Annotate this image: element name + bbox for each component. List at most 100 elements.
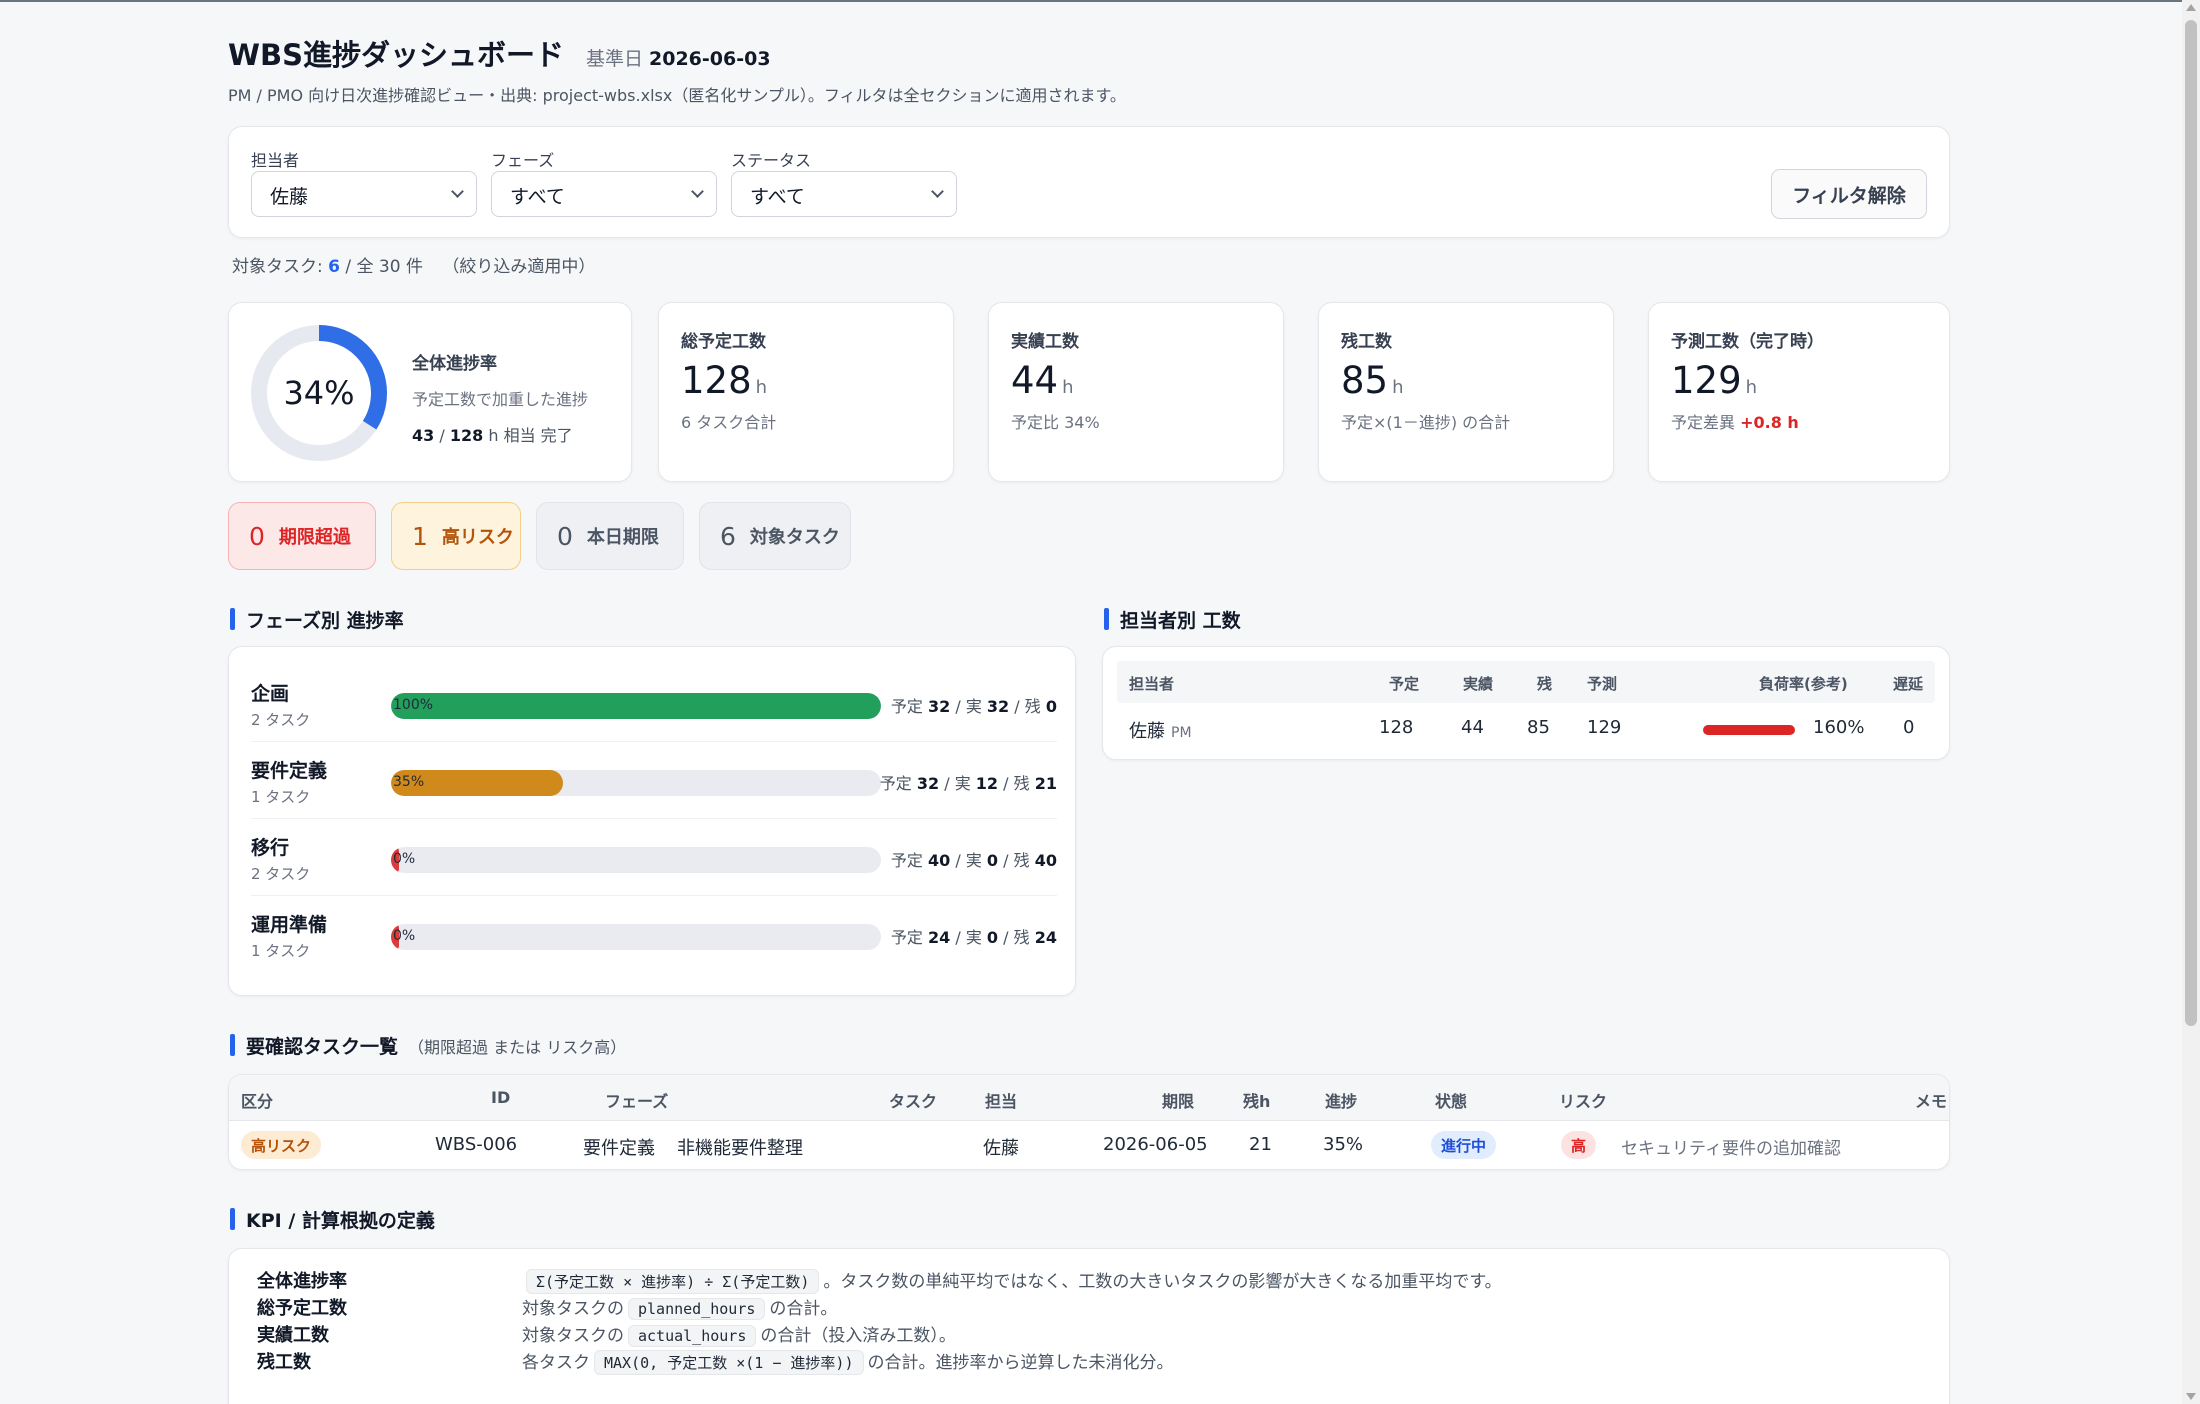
phase-actual: 12 [975, 774, 999, 793]
progress-footnote: 43 / 128 h 相当 完了 [412, 422, 588, 446]
overall-progress-card: 34% 全体進捗率 予定工数で加重した進捗 43 / 128 h 相当 完了 [228, 302, 632, 482]
task-owner: 佐藤 [983, 1138, 1019, 1159]
col-due: 期限 [1162, 1092, 1195, 1111]
phase-progress-card: 企画 2 タスク 100% 予定 32 / 実 32 / 残 0 要件定義 1 タスク 35… [228, 646, 1076, 996]
target-total: / 全 30 件 [345, 257, 423, 277]
status-badge: 進行中 [1431, 1131, 1497, 1159]
phase-progress-percent: 100% [393, 697, 434, 713]
badge-count: 6 [720, 521, 736, 551]
col-status: 状態 [1435, 1092, 1468, 1111]
owner-name: 佐藤 PM [1129, 717, 1192, 743]
owner-load-bar [1703, 725, 1795, 735]
badge-high-risk[interactable]: 1 高リスク [391, 502, 521, 570]
task-phase: 要件定義 [583, 1138, 655, 1159]
phase-name: 企画 [251, 683, 290, 705]
stat-label: 予定 [879, 774, 912, 793]
stat-label: 実 [965, 851, 982, 870]
kpi-label: 実績工数 [1011, 332, 1079, 352]
page-title: WBS進捗ダッシュボード [228, 38, 564, 72]
col-actual: 実績 [1463, 675, 1494, 693]
col-owner: 担当者 [1129, 675, 1175, 693]
definition-post: の合計。 [769, 1299, 838, 1319]
badge-due-today[interactable]: 0 本日期限 [536, 502, 684, 570]
phase-select[interactable]: すべて [491, 171, 717, 217]
phase-select-value: すべて [510, 186, 565, 208]
definition-post: の合計。進捗率から逆算した未消化分。 [867, 1353, 1174, 1373]
task-section-title-text: 要確認タスク一覧 [246, 1036, 399, 1058]
definition-description: 対象タスクの planned_hours の合計。 [522, 1294, 837, 1320]
page-subtitle: PM / PMO 向け日次進捗確認ビュー・出典: project-wbs.xls… [228, 86, 1126, 105]
phase-row: 要件定義 1 タスク 35% 予定 32 / 実 12 / 残 21 [251, 742, 1057, 819]
badge-label: 対象タスク [749, 527, 840, 548]
owner-remain: 85 [1527, 717, 1550, 738]
scroll-down-icon[interactable] [2186, 1393, 2196, 1400]
task-memo: セキュリティ要件の追加確認 [1621, 1139, 1841, 1159]
definition-formula: planned_hours [628, 1298, 766, 1320]
definition-description: Σ(予定工数 × 進捗率) ÷ Σ(予定工数) 。タスク数の単純平均ではなく、工数… [522, 1267, 1502, 1294]
kpi-number: 128 [681, 359, 752, 402]
phase-hours: 予定 32 / 実 12 / 残 21 [879, 774, 1057, 793]
definition-description: 対象タスクの actual_hours の合計（投入済み工数）。 [522, 1321, 956, 1347]
stat-label: 残 [1024, 697, 1041, 716]
top-border [0, 0, 2200, 2]
definition-pre: 各タスク [522, 1353, 590, 1373]
phase-task-count: 1 タスク [251, 788, 311, 806]
badge-overdue[interactable]: 0 期限超過 [228, 502, 376, 570]
phase-name: 移行 [251, 837, 290, 859]
kpi-card-planned: 総予定工数 128 h 6 タスク合計 [658, 302, 954, 482]
stat-label: 残 [1013, 774, 1030, 793]
badge-count: 0 [249, 521, 265, 551]
kpi-value: 44 h [1011, 359, 1074, 402]
col-remain: 残h [1243, 1092, 1271, 1111]
badge-target-tasks[interactable]: 6 対象タスク [699, 502, 851, 570]
task-section-title: 要確認タスク一覧 （期限超過 または リスク高） [230, 1032, 626, 1059]
reference-date-label: 基準日 [585, 48, 643, 70]
col-forecast: 予測 [1587, 675, 1618, 693]
badge-label: 期限超過 [278, 527, 351, 548]
col-remain: 残 [1537, 675, 1553, 693]
kpi-label: 残工数 [1341, 332, 1392, 352]
phase-plan: 24 [927, 928, 951, 947]
scroll-up-icon[interactable] [2186, 4, 2196, 11]
phase-hours: 予定 32 / 実 32 / 残 0 [890, 697, 1057, 716]
definition-term: 総予定工数 [257, 1298, 347, 1319]
kpi-note: 6 タスク合計 [681, 413, 777, 432]
definition-term: 全体進捗率 [257, 1271, 347, 1292]
task-section-subtitle: （期限超過 または リスク高） [408, 1038, 627, 1057]
kpi-unit: h [1392, 377, 1404, 398]
chevron-down-icon [451, 185, 464, 198]
stat-label: 実 [965, 928, 982, 947]
risk-badge: 高 [1561, 1131, 1597, 1159]
status-select[interactable]: すべて [731, 171, 957, 217]
owner-table-header: 担当者 予定 実績 残 予測 負荷率(参考) 遅延 [1117, 661, 1935, 703]
progress-percent: 34% [283, 374, 355, 412]
kpi-card-remaining: 残工数 85 h 予定×(1－進捗) の合計 [1318, 302, 1614, 482]
clear-filters-button[interactable]: フィルタ解除 [1771, 169, 1927, 219]
owner-plan: 128 [1379, 717, 1414, 738]
task-due: 2026-06-05 [1103, 1134, 1208, 1155]
definition-formula: MAX(0, 予定工数 ×(1 − 進捗率)) [594, 1350, 864, 1375]
badge-count: 0 [557, 521, 573, 551]
badge-label: 本日期限 [586, 527, 659, 548]
phase-hours: 予定 24 / 実 0 / 残 24 [890, 928, 1057, 947]
progress-sep: / [439, 426, 445, 445]
target-count-value: 6 [328, 257, 340, 277]
progress-done: 43 [412, 426, 435, 445]
owner-filter: 担当者 佐藤 [251, 147, 477, 217]
status-filter-label: ステータス [731, 151, 812, 170]
stat-label: 残 [1013, 928, 1030, 947]
phase-progress-percent: 0% [393, 851, 416, 867]
phase-hours: 予定 40 / 実 0 / 残 40 [890, 851, 1057, 870]
scrollbar-thumb[interactable] [2185, 20, 2197, 1026]
phase-remain: 21 [1034, 774, 1057, 793]
owner-filter-label: 担当者 [251, 151, 300, 170]
badge-label: 高リスク [441, 527, 514, 548]
vertical-scrollbar[interactable] [2182, 0, 2200, 1404]
phase-progress-percent: 35% [393, 774, 425, 790]
status-filter: ステータス すべて [731, 147, 957, 217]
progress-suffix: 相当 完了 [503, 426, 573, 445]
phase-section-title: フェーズ別 進捗率 [230, 606, 404, 633]
attention-task-table: 区分 ID フェーズ タスク 担当 期限 残h 進捗 状態 リスク メモ 高リス… [228, 1074, 1950, 1170]
owner-select[interactable]: 佐藤 [251, 171, 477, 217]
owner-workload-card: 担当者 予定 実績 残 予測 負荷率(参考) 遅延 佐藤 PM 128 44 85… [1102, 646, 1950, 760]
